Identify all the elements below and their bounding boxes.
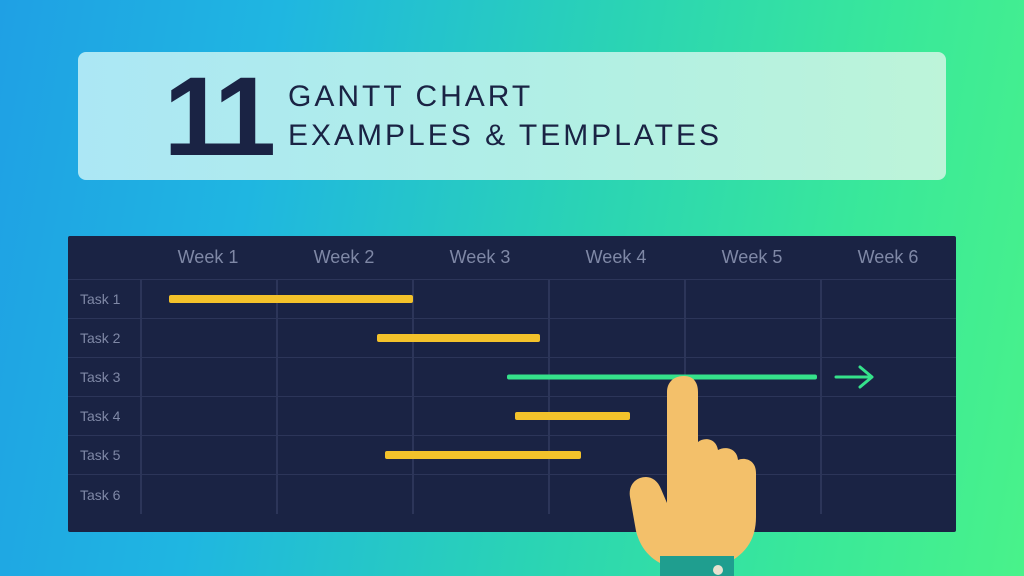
gantt-row: Task 6 <box>68 475 956 514</box>
title-line-2: EXAMPLES & TEMPLATES <box>288 116 722 155</box>
week-header: Week 5 <box>684 247 820 268</box>
task-label: Task 4 <box>68 408 140 424</box>
gantt-bar[interactable] <box>385 451 581 459</box>
gantt-bar[interactable] <box>169 295 414 303</box>
week-header: Week 3 <box>412 247 548 268</box>
title-card: 11 GANTT CHART EXAMPLES & TEMPLATES <box>78 52 946 180</box>
gantt-row: Task 4 <box>68 397 956 436</box>
gantt-bar[interactable] <box>515 412 629 420</box>
task-label: Task 5 <box>68 447 140 463</box>
week-header: Week 2 <box>276 247 412 268</box>
week-header: Week 4 <box>548 247 684 268</box>
week-header: Week 6 <box>820 247 956 268</box>
gantt-chart: Week 1 Week 2 Week 3 Week 4 Week 5 Week … <box>68 236 956 532</box>
gantt-row: Task 1 <box>68 280 956 319</box>
task-label: Task 1 <box>68 291 140 307</box>
gantt-row: Task 3 <box>68 358 956 397</box>
gantt-bar-active[interactable] <box>507 375 817 380</box>
title-number: 11 <box>78 52 288 181</box>
arrow-right-icon <box>834 363 876 391</box>
week-header: Week 1 <box>140 247 276 268</box>
gantt-header-row: Week 1 Week 2 Week 3 Week 4 Week 5 Week … <box>68 236 956 280</box>
task-label: Task 6 <box>68 487 140 503</box>
gantt-row: Task 5 <box>68 436 956 475</box>
gantt-bar[interactable] <box>377 334 540 342</box>
title-text: GANTT CHART EXAMPLES & TEMPLATES <box>288 77 722 155</box>
task-label: Task 3 <box>68 369 140 385</box>
gantt-row: Task 2 <box>68 319 956 358</box>
task-label: Task 2 <box>68 330 140 346</box>
title-line-1: GANTT CHART <box>288 77 722 116</box>
